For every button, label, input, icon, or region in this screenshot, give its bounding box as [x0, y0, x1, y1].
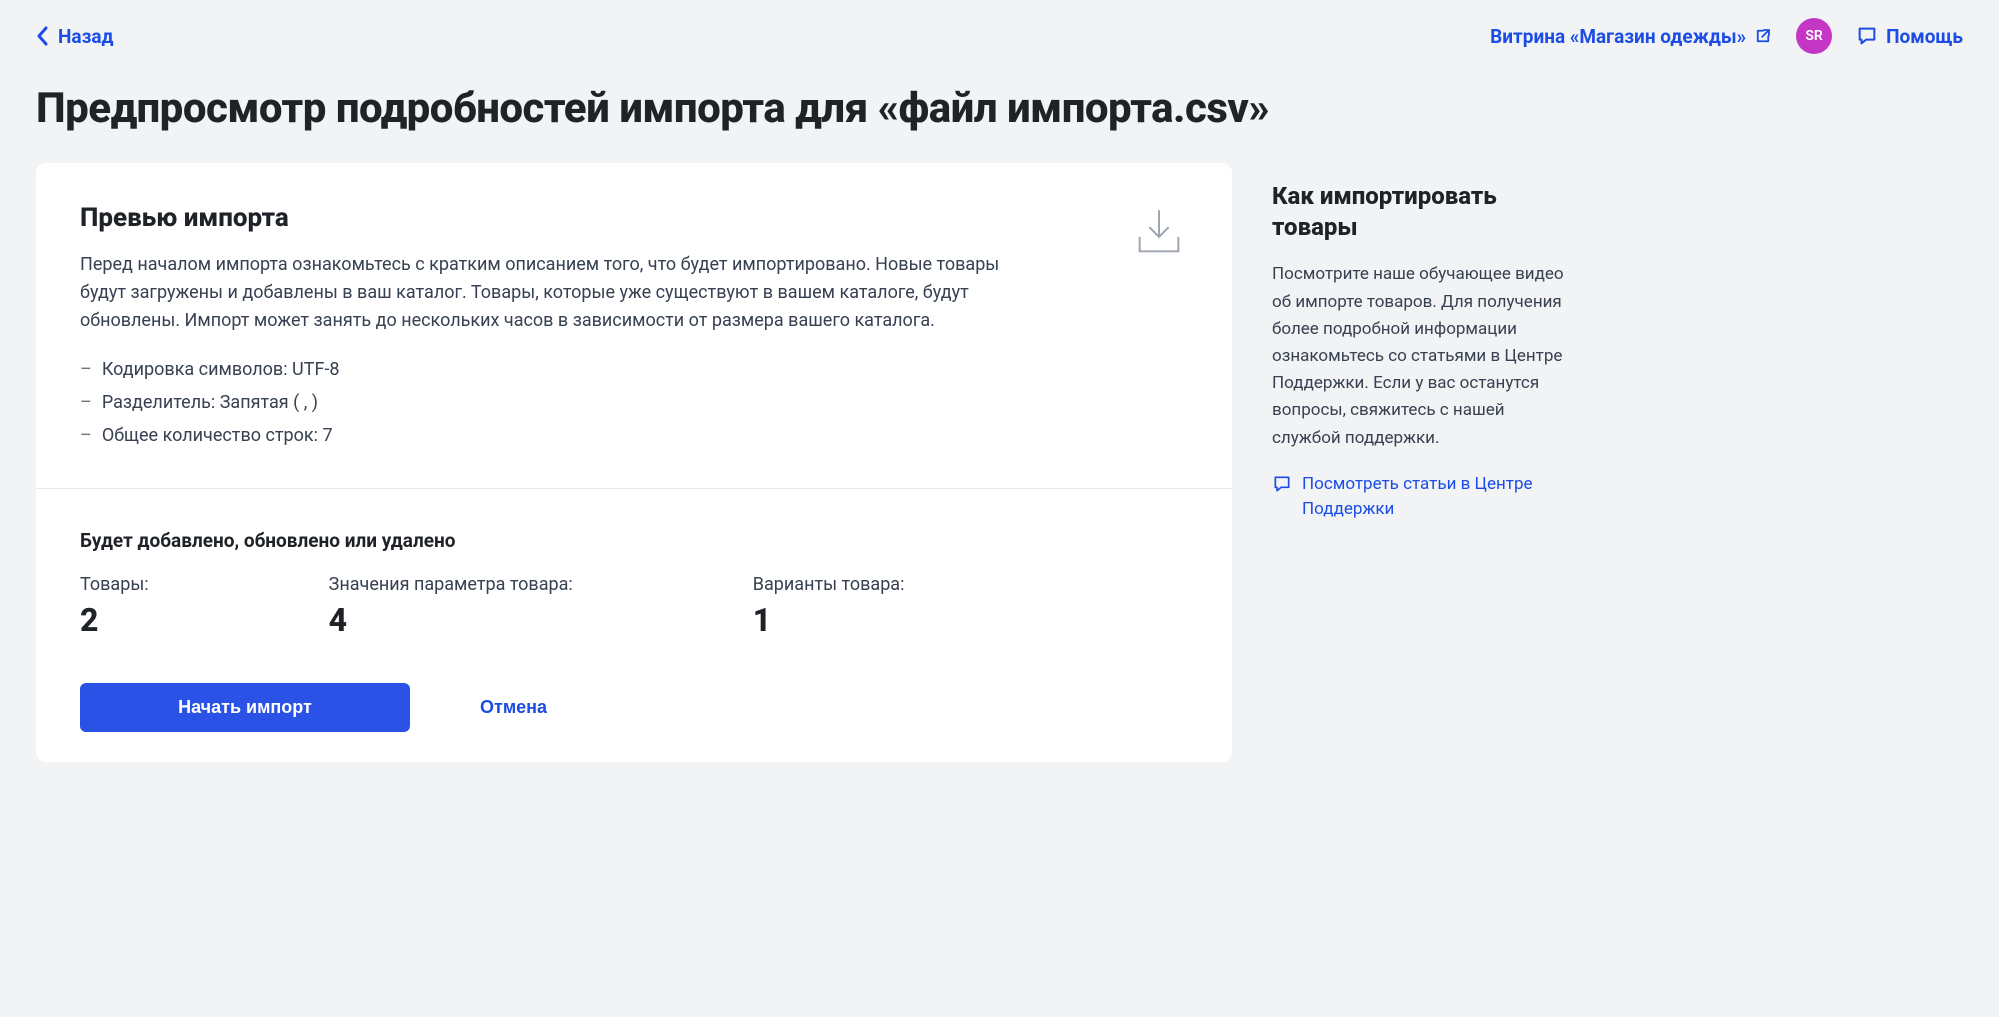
stat-variants-label: Варианты товара:	[753, 574, 905, 595]
preview-description: Перед началом импорта ознакомьтесь с кра…	[80, 251, 1030, 335]
stat-variants-value: 1	[753, 601, 905, 639]
download-icon	[1130, 203, 1188, 265]
stat-option-values: Значения параметра товара: 4	[329, 574, 573, 639]
external-link-icon	[1754, 27, 1772, 45]
page-title: Предпросмотр подробностей импорта для «ф…	[0, 64, 1999, 163]
back-label: Назад	[58, 25, 114, 48]
start-import-button[interactable]: Начать импорт	[80, 683, 410, 732]
stat-products-label: Товары:	[80, 574, 149, 595]
back-button[interactable]: Назад	[36, 25, 114, 48]
chat-icon	[1272, 474, 1292, 494]
storefront-link[interactable]: Витрина «Магазин одежды»	[1490, 25, 1772, 48]
stat-variants: Варианты товара: 1	[753, 574, 905, 639]
stat-option-values-value: 4	[329, 601, 573, 639]
preview-title: Превью импорта	[80, 203, 1188, 233]
chevron-left-icon	[36, 26, 48, 46]
detail-encoding: Кодировка символов: UTF-8	[80, 359, 1188, 380]
actions-row: Начать импорт Отмена	[80, 683, 1188, 732]
support-center-link[interactable]: Посмотреть статьи в Центре Поддержки	[1272, 472, 1572, 523]
help-link[interactable]: Помощь	[1856, 25, 1963, 48]
stat-products-value: 2	[80, 601, 149, 639]
top-right-group: Витрина «Магазин одежды» SR Помощь	[1490, 18, 1963, 54]
preview-card: Превью импорта Перед началом импорта озн…	[36, 163, 1232, 762]
help-label: Помощь	[1886, 25, 1963, 48]
avatar[interactable]: SR	[1796, 18, 1832, 54]
support-center-label: Посмотреть статьи в Центре Поддержки	[1302, 472, 1572, 523]
sidebar-text: Посмотрите наше обучающее видео об импор…	[1272, 261, 1572, 451]
sidebar-title: Как импортировать товары	[1272, 181, 1572, 243]
detail-rowcount: Общее количество строк: 7	[80, 425, 1188, 446]
content-wrap: Превью импорта Перед началом импорта озн…	[0, 163, 1999, 762]
cancel-button[interactable]: Отмена	[480, 697, 547, 718]
top-bar: Назад Витрина «Магазин одежды» SR Помощь	[0, 0, 1999, 64]
storefront-label: Витрина «Магазин одежды»	[1490, 25, 1746, 48]
preview-details-list: Кодировка символов: UTF-8 Разделитель: З…	[80, 359, 1188, 446]
summary-heading: Будет добавлено, обновлено или удалено	[80, 529, 1188, 552]
stat-option-values-label: Значения параметра товара:	[329, 574, 573, 595]
help-sidebar: Как импортировать товары Посмотрите наше…	[1272, 163, 1572, 523]
stats-row: Товары: 2 Значения параметра товара: 4 В…	[80, 574, 1188, 639]
chat-icon	[1856, 25, 1878, 47]
stat-products: Товары: 2	[80, 574, 149, 639]
detail-delimiter: Разделитель: Запятая ( , )	[80, 392, 1188, 413]
